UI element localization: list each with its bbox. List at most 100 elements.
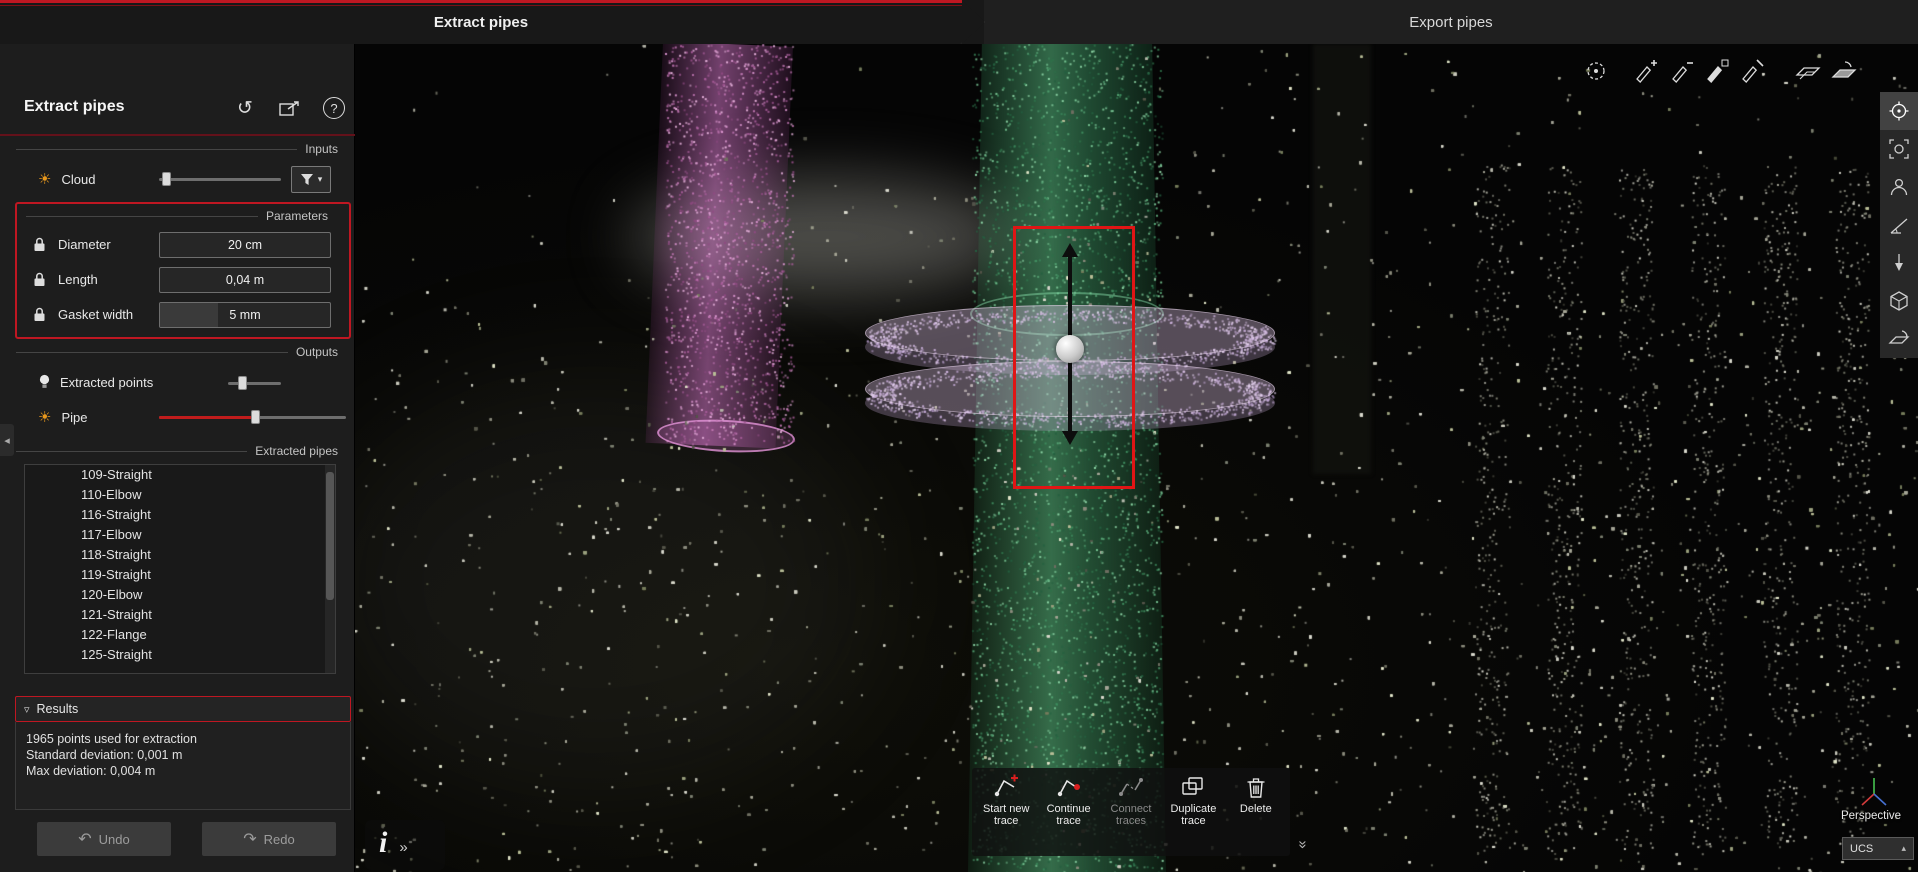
plane-outside-icon <box>1831 61 1857 78</box>
list-item[interactable]: 118-Straight <box>25 545 335 565</box>
results-collapse-icon: ▿ <box>24 703 30 716</box>
viewport-3d[interactable]: Start new trace Continue trace Connect t… <box>355 44 1918 872</box>
tab-export-pipes[interactable]: Export pipes <box>984 0 1918 44</box>
axis-gizmo[interactable] <box>1857 774 1891 815</box>
extract-pipes-panel: Extract pipes ↺ ? Inputs ☀ Cloud ▾ Param <box>0 44 355 872</box>
list-item[interactable]: 125-Straight <box>25 645 335 665</box>
circle-select-tool[interactable] <box>1581 56 1611 86</box>
undo-button[interactable]: ↶ Undo <box>37 822 171 856</box>
cloud-opacity-slider-thumb[interactable] <box>162 172 171 186</box>
section-outputs: Outputs <box>16 345 338 359</box>
panel-title: Extract pipes <box>24 98 125 115</box>
pipe-color-slider[interactable] <box>159 410 346 424</box>
pen-select-remove-tool[interactable] <box>1666 56 1696 86</box>
ucs-selector[interactable]: UCS ▴ <box>1842 837 1914 860</box>
diameter-field[interactable]: 20 cm <box>159 232 331 258</box>
lock-icon[interactable] <box>33 272 46 292</box>
step-chevron <box>962 0 985 44</box>
section-parameters: Parameters <box>26 209 328 223</box>
orbit-tool[interactable] <box>1880 92 1918 130</box>
reset-button[interactable]: ↺ <box>231 94 259 122</box>
connect-traces-icon <box>1119 778 1144 796</box>
cloud-opacity-slider[interactable] <box>159 172 281 186</box>
select-outside-tool[interactable] <box>1829 56 1859 86</box>
axis-gizmo-icon <box>1861 778 1887 806</box>
connect-traces-label: Connect traces <box>1110 803 1152 827</box>
list-item[interactable]: 121-Straight <box>25 605 335 625</box>
lock-icon[interactable] <box>33 307 46 327</box>
extracted-points-slider-thumb[interactable] <box>238 376 247 390</box>
redo-label: Redo <box>263 831 295 847</box>
cloud-visibility-icon[interactable]: ☀ <box>38 170 51 188</box>
continue-trace-button[interactable]: Continue trace <box>1038 774 1098 852</box>
duplicate-trace-button[interactable]: Duplicate trace <box>1163 774 1223 852</box>
focus-tool[interactable] <box>1880 130 1918 168</box>
results-stddev-line: Standard deviation: 0,001 m <box>26 748 183 762</box>
panel-accent-line <box>0 134 355 136</box>
lock-icon[interactable] <box>33 237 46 257</box>
pipe-visibility-icon[interactable]: ☀ <box>38 408 51 426</box>
continue-trace-icon <box>1057 779 1080 797</box>
cloud-row: ☀ Cloud <box>38 170 95 188</box>
undo-icon: ↶ <box>78 831 92 848</box>
list-item[interactable]: 119-Straight <box>25 565 335 585</box>
pipe-label: Pipe <box>61 409 88 425</box>
list-scrollbar[interactable] <box>325 465 335 673</box>
list-item[interactable]: 110-Elbow <box>25 485 335 505</box>
delete-trace-button[interactable]: Delete <box>1226 774 1286 852</box>
extracted-points-slider[interactable] <box>228 376 281 390</box>
section-parameters-label: Parameters <box>265 209 328 223</box>
extracted-pipes-list[interactable]: 109-Straight 110-Elbow 116-Straight 117-… <box>24 464 336 674</box>
tab-extract-pipes-label: Extract pipes <box>433 13 529 31</box>
cloud-filter-button[interactable]: ▾ <box>291 166 331 193</box>
undo-label: Undo <box>98 831 130 847</box>
panel-collapse-handle[interactable]: ◂ <box>0 424 14 456</box>
drag-handle-sphere[interactable] <box>1056 335 1084 363</box>
pen-select-fill-tool[interactable] <box>1701 56 1731 86</box>
box-view-tool[interactable] <box>1880 282 1918 320</box>
pipe-slider-thumb[interactable] <box>251 410 260 424</box>
parameter-row-length: Length 0,04 m <box>0 267 355 293</box>
first-person-tool[interactable] <box>1880 168 1918 206</box>
list-item[interactable]: 109-Straight <box>25 465 335 485</box>
plane-flip-icon <box>1888 330 1910 344</box>
export-button[interactable] <box>276 94 304 122</box>
plumb-tool[interactable] <box>1880 244 1918 282</box>
length-field[interactable]: 0,04 m <box>159 267 331 293</box>
select-inside-tool[interactable] <box>1793 56 1823 86</box>
bulb-icon[interactable] <box>38 374 51 390</box>
list-item[interactable]: 117-Elbow <box>25 525 335 545</box>
redo-button[interactable]: ↷ Redo <box>202 822 336 856</box>
ucs-label: UCS <box>1850 842 1874 855</box>
projection-mode-label[interactable]: Perspective <box>1826 810 1916 822</box>
pipe-slider-fill <box>159 416 255 419</box>
gasket-width-field[interactable]: 5 mm <box>159 302 331 328</box>
info-tab[interactable]: i » <box>365 820 445 870</box>
pen-select-stroke-tool[interactable] <box>1736 56 1766 86</box>
plane-flip-tool[interactable] <box>1880 320 1918 358</box>
list-scrollbar-thumb[interactable] <box>326 472 334 600</box>
point-cloud-canvas[interactable] <box>355 44 1918 872</box>
help-button[interactable]: ? <box>320 94 348 122</box>
trace-toolbar-collapse[interactable]: » <box>1295 840 1312 848</box>
start-new-trace-icon <box>995 774 1019 797</box>
list-item[interactable]: 120-Elbow <box>25 585 335 605</box>
connect-traces-button[interactable]: Connect traces <box>1101 774 1161 852</box>
extracted-points-row: Extracted points <box>38 374 153 390</box>
tab-extract-pipes[interactable]: Extract pipes <box>0 0 962 44</box>
slope-measure-icon <box>1890 218 1908 234</box>
help-icon: ? <box>323 97 345 119</box>
ucs-dropdown-icon: ▴ <box>1901 843 1906 853</box>
start-new-trace-label: Start new trace <box>982 803 1030 827</box>
results-header[interactable]: ▿ Results <box>15 696 351 722</box>
first-person-icon <box>1890 178 1908 196</box>
diameter-value: 20 cm <box>227 238 263 252</box>
slope-measure-tool[interactable] <box>1880 206 1918 244</box>
list-item[interactable]: 116-Straight <box>25 505 335 525</box>
list-item[interactable]: 122-Flange <box>25 625 335 645</box>
gasket-width-value: 5 mm <box>229 308 261 322</box>
redo-icon: ↷ <box>243 831 257 848</box>
pen-select-add-tool[interactable] <box>1630 56 1660 86</box>
info-expand-icon[interactable]: » <box>399 839 407 856</box>
start-new-trace-button[interactable]: Start new trace <box>976 774 1036 852</box>
